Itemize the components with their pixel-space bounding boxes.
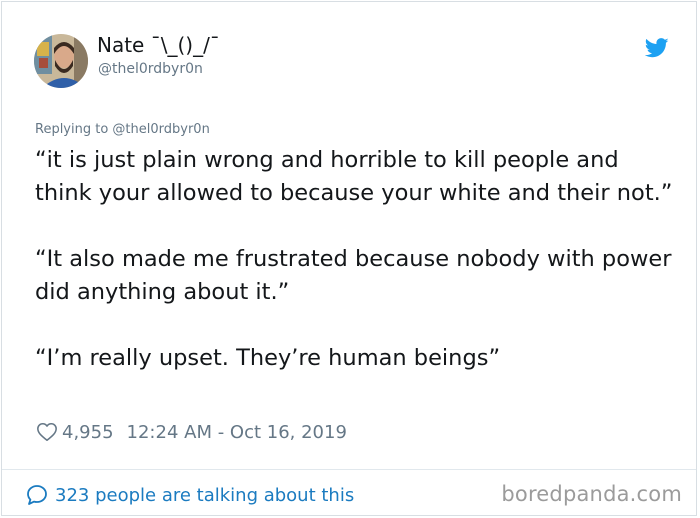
tweet-text: “it is just plain wrong and horrible to … <box>35 144 675 375</box>
like-count[interactable]: 4,955 <box>62 422 114 443</box>
tweet-paragraph: “it is just plain wrong and horrible to … <box>35 147 673 206</box>
tweet-card: Nate ¯\_()_/¯ @thel0rdbyr0n Replying to … <box>1 1 697 516</box>
watermark: boredpanda.com <box>501 482 682 506</box>
author-name[interactable]: Nate ¯\_()_/¯ <box>97 33 220 57</box>
conversation-link[interactable]: 323 people are talking about this <box>25 481 354 509</box>
twitter-bird-icon[interactable] <box>645 38 669 58</box>
timestamp-link[interactable]: 12:24 AM - Oct 16, 2019 <box>127 422 347 443</box>
avatar-photo <box>34 34 88 88</box>
divider <box>2 469 696 470</box>
heart-outline-icon[interactable] <box>36 421 58 443</box>
conversation-link-label: 323 people are talking about this <box>55 484 355 506</box>
author-handle[interactable]: @thel0rdbyr0n <box>98 61 203 77</box>
avatar[interactable] <box>34 34 88 88</box>
replying-to-line[interactable]: Replying to @thel0rdbyr0n <box>35 122 210 137</box>
speech-bubble-icon <box>27 485 47 505</box>
tweet-paragraph: “I’m really upset. They’re human beings” <box>35 345 501 371</box>
tweet-meta: 4,955 12:24 AM - Oct 16, 2019 <box>36 419 347 445</box>
tweet-paragraph: “It also made me frustrated because nobo… <box>35 246 672 305</box>
